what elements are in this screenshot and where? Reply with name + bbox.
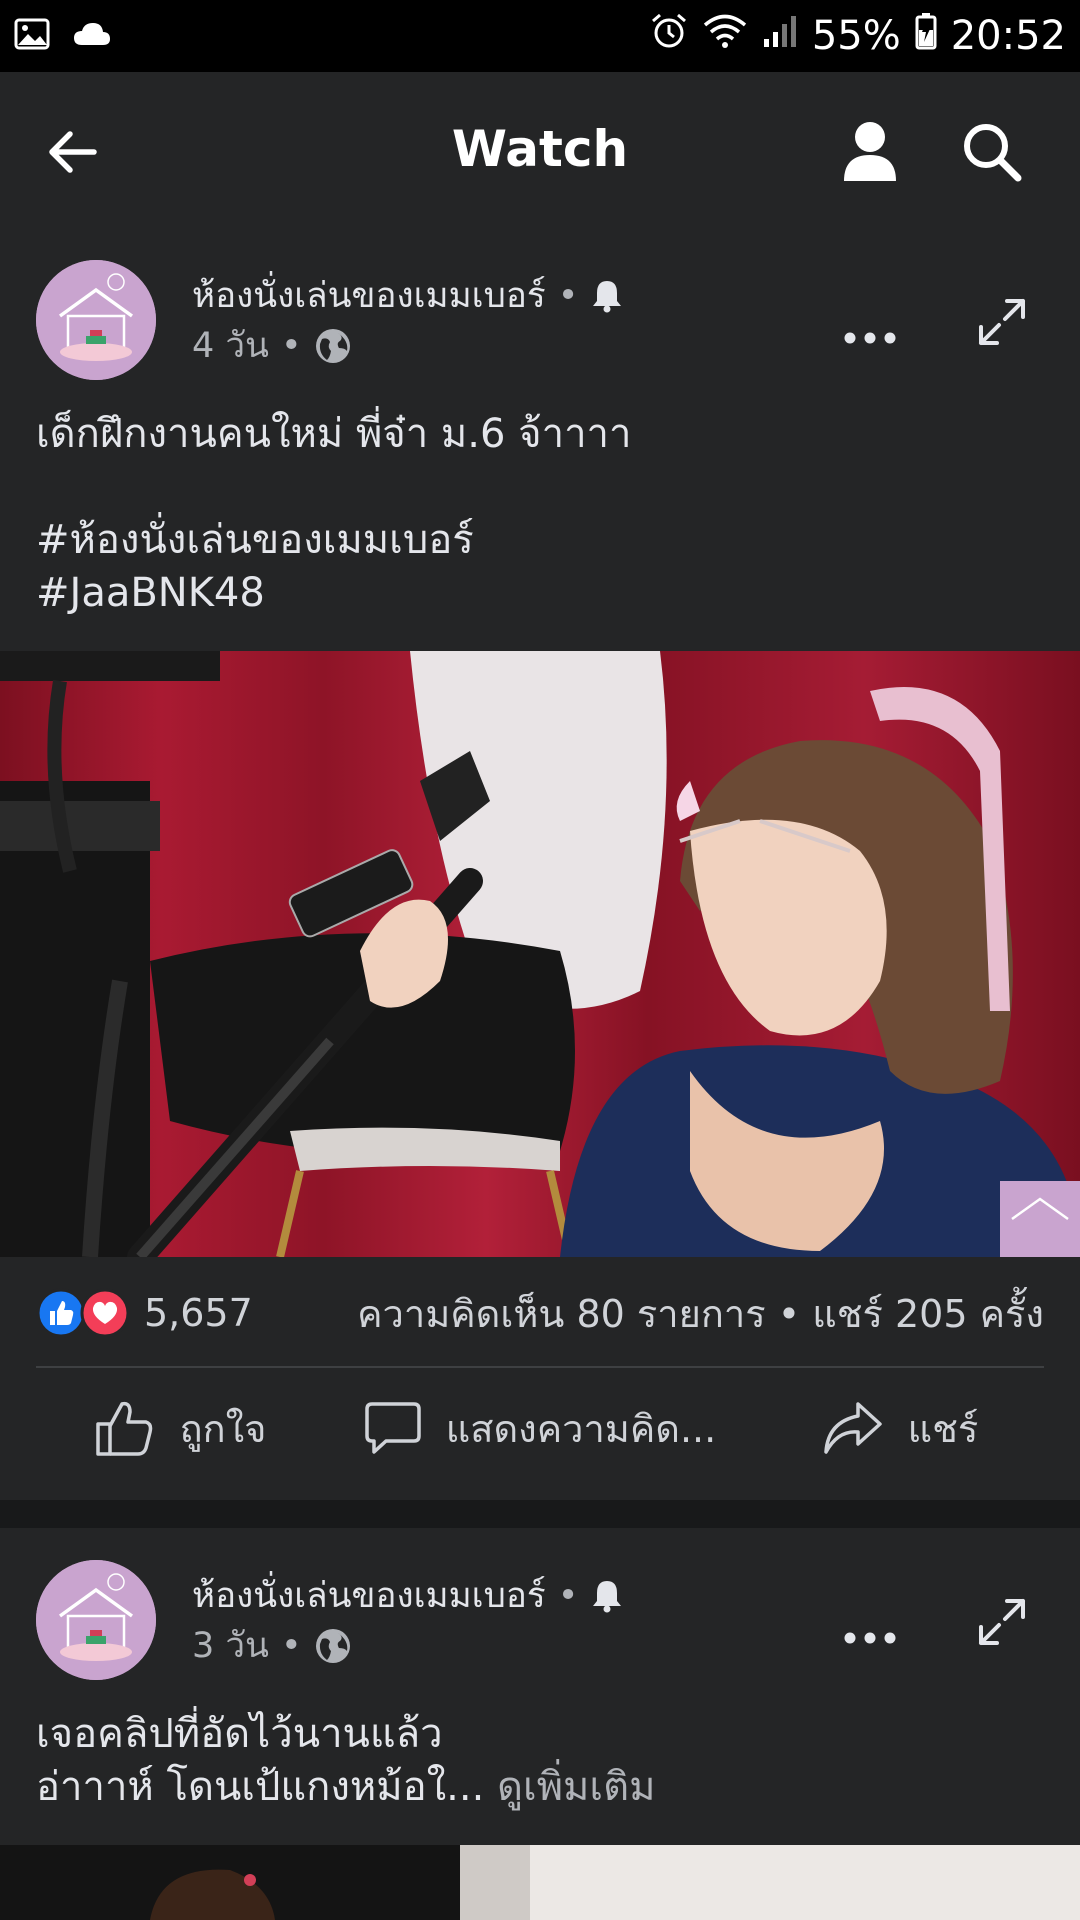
page-title: Watch xyxy=(451,120,629,178)
page-name[interactable]: ห้องนั่งเล่นของเมมเบอร์ • xyxy=(192,1568,624,1623)
comment-button[interactable]: แสดงความคิด... xyxy=(360,1398,720,1459)
post-text: เด็กฝึกงานคนใหม่ พี่จ๋า ม.6 จ้าาาา #ห้อง… xyxy=(36,411,632,616)
comment-icon xyxy=(365,1402,421,1454)
cloud-icon xyxy=(72,21,112,51)
expand-button[interactable] xyxy=(970,1590,1034,1654)
share-icon xyxy=(823,1402,882,1454)
post-time[interactable]: 4 วัน xyxy=(192,318,269,373)
post-meta: 4 วัน • xyxy=(192,318,352,373)
bell-icon xyxy=(593,280,622,312)
post-text-body: เจอคลิปที่อัดไว้นานแล้ว อ่าาาห์ โดนเป้แก… xyxy=(36,1711,485,1810)
feed-post: ห้องนั่งเล่นของเมมเบอร์ • 4 วัน • เด็กฝึ… xyxy=(0,228,1080,1500)
reactions-summary[interactable]: 5,657 ความคิดเห็น 80 รายการ • แชร์ 205 ค… xyxy=(36,1283,1044,1343)
profile-icon xyxy=(844,122,896,181)
see-more-link[interactable]: ดูเพิ่มเติม xyxy=(484,1764,655,1810)
clock: 20:52 xyxy=(950,13,1066,59)
share-button[interactable]: แชร์ xyxy=(720,1398,1080,1459)
like-reaction-icon xyxy=(36,1288,86,1338)
more-options-button[interactable] xyxy=(840,318,900,358)
share-label: แชร์ xyxy=(907,1406,979,1451)
alarm-icon xyxy=(650,12,688,60)
comment-label: แสดงความคิด... xyxy=(445,1406,717,1451)
search-icon xyxy=(964,124,1022,182)
post-actions: ถูกใจ แสดงความคิด... แชร์ xyxy=(0,1368,1080,1488)
video-player[interactable] xyxy=(0,1845,1080,1920)
page-name-text: ห้องนั่งเล่นของเมมเบอร์ xyxy=(192,1576,546,1616)
video-player[interactable] xyxy=(0,651,1080,1257)
search-button[interactable] xyxy=(956,116,1028,188)
wifi-icon xyxy=(702,12,748,60)
globe-icon xyxy=(315,1628,350,1663)
globe-icon xyxy=(315,328,350,363)
love-reaction-icon xyxy=(80,1288,130,1338)
app-header: Watch xyxy=(0,72,1080,228)
post-time[interactable]: 3 วัน xyxy=(192,1618,269,1673)
profile-button[interactable] xyxy=(838,116,902,188)
expand-button[interactable] xyxy=(970,290,1034,354)
more-icon xyxy=(844,332,896,344)
status-bar: 55% 20:52 xyxy=(0,0,1080,72)
page-name-text: ห้องนั่งเล่นของเมมเบอร์ xyxy=(192,276,546,316)
battery-icon xyxy=(915,12,937,60)
like-label: ถูกใจ xyxy=(179,1406,267,1451)
bell-icon xyxy=(593,1580,622,1612)
page-name[interactable]: ห้องนั่งเล่นของเมมเบอร์ • xyxy=(192,268,624,323)
reaction-count: 5,657 xyxy=(144,1291,253,1335)
like-button[interactable]: ถูกใจ xyxy=(0,1398,360,1459)
more-options-button[interactable] xyxy=(840,1618,900,1658)
comments-shares-count[interactable]: ความคิดเห็น 80 รายการ • แชร์ 205 ครั้ง xyxy=(357,1283,1044,1344)
page-avatar[interactable] xyxy=(36,260,156,380)
post-text: เจอคลิปที่อัดไว้นานแล้ว อ่าาาห์ โดนเป้แก… xyxy=(36,1708,655,1814)
expand-icon xyxy=(979,299,1025,345)
more-icon xyxy=(844,1632,896,1644)
signal-icon xyxy=(762,13,798,59)
reaction-icons xyxy=(36,1288,130,1338)
battery-percent: 55% xyxy=(811,13,901,59)
page-avatar[interactable] xyxy=(36,1560,156,1680)
gallery-icon xyxy=(14,18,50,54)
feed-separator xyxy=(0,1500,1080,1528)
expand-icon xyxy=(979,1599,1025,1645)
post-meta: 3 วัน • xyxy=(192,1618,352,1673)
thumbs-up-icon xyxy=(95,1401,152,1456)
